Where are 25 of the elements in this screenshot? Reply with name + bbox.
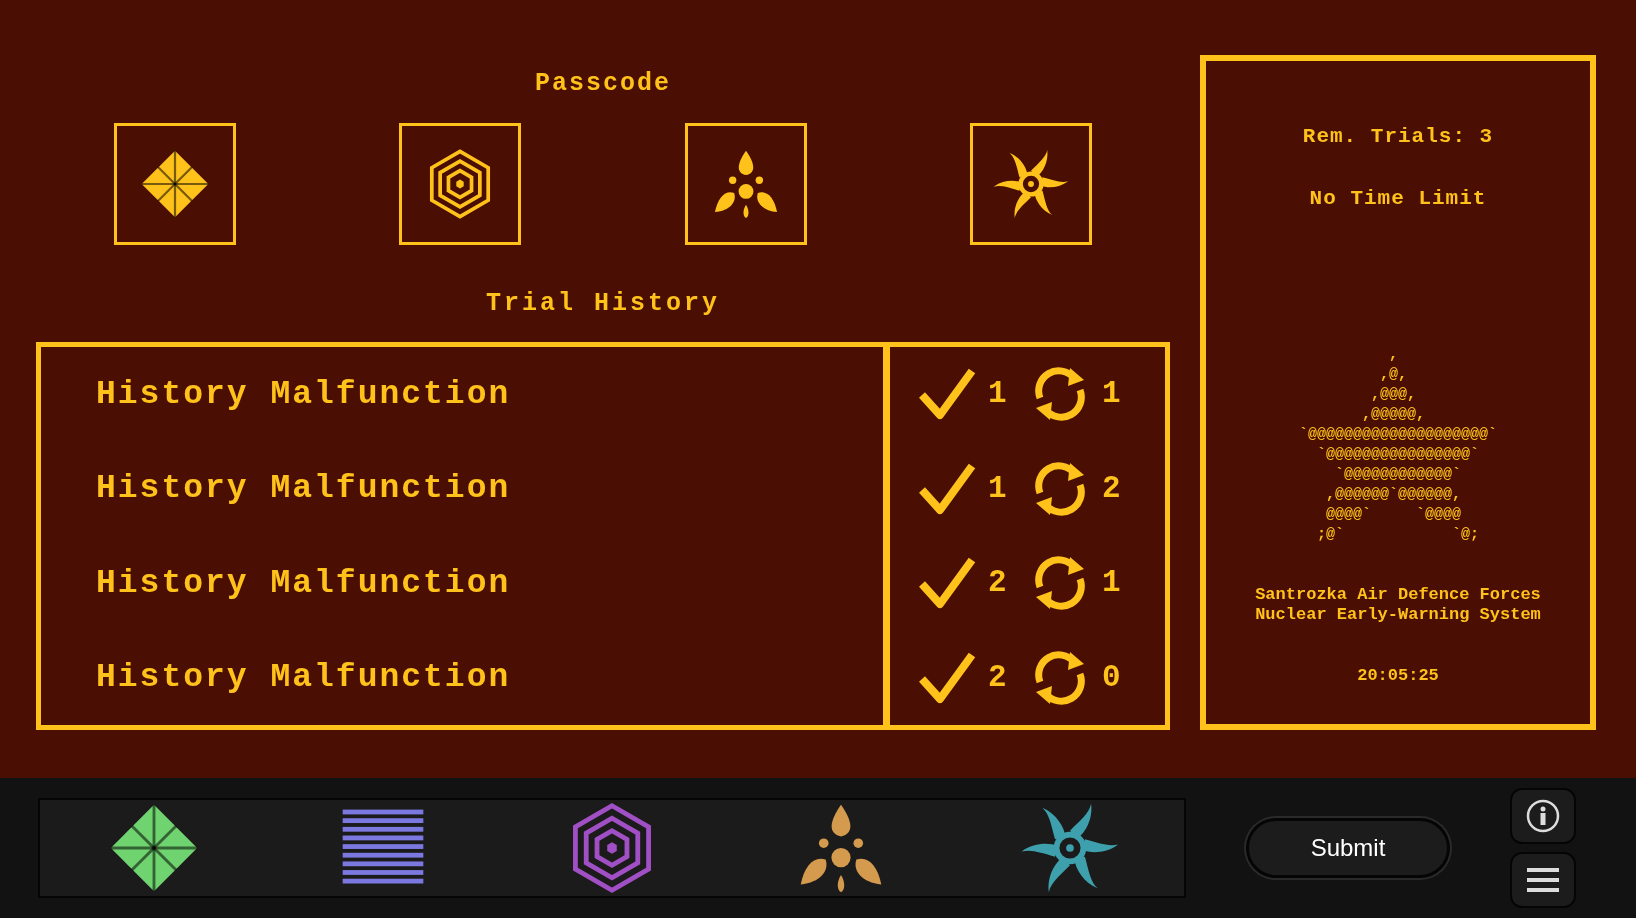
clock: 20:05:25 — [1357, 664, 1439, 687]
menu-icon — [1527, 868, 1559, 892]
passcode-title: Passcode — [535, 68, 671, 100]
history-entry: History Malfunction — [96, 658, 512, 698]
time-limit: No Time Limit — [1309, 185, 1487, 212]
history-entry: History Malfunction — [96, 374, 512, 415]
organization-text: Santrozka Air Defence Forces — [1255, 584, 1541, 605]
cycle-count: 0 — [1102, 658, 1121, 697]
correct-count: 2 — [988, 564, 1008, 602]
remaining-trials: Rem. Trials: 3 — [1302, 124, 1494, 150]
info-icon — [1526, 799, 1560, 833]
correct-count: 2 — [988, 658, 1008, 697]
menu-button[interactable] — [1510, 852, 1576, 908]
correct-count: 1 — [988, 375, 1008, 413]
history-entry: History Malfunction — [96, 469, 512, 509]
history-entry: History Malfunction — [96, 563, 512, 604]
cycle-count: 1 — [1102, 375, 1121, 413]
star-emblem: , ,@, ,@@@, ,@@@@@, `@@@@@@@@@@@@@@@@@@@@` `@@@@@@@@@@@@@@@@` `@@@@@@@@@@@@` ,@@@@@@`@@@@@@, @@@@` `@@@@ ;@` `@; — [1298, 344, 1497, 545]
cycle-count: 2 — [1102, 469, 1121, 508]
correct-count: 1 — [988, 469, 1008, 508]
info-button[interactable] — [1510, 788, 1576, 844]
cycle-count: 1 — [1102, 564, 1121, 602]
trial-history-title: Trial History — [485, 287, 720, 320]
organization-text: Nuclear Early-Warning System — [1255, 604, 1541, 625]
submit-button[interactable]: Submit — [1246, 818, 1450, 878]
